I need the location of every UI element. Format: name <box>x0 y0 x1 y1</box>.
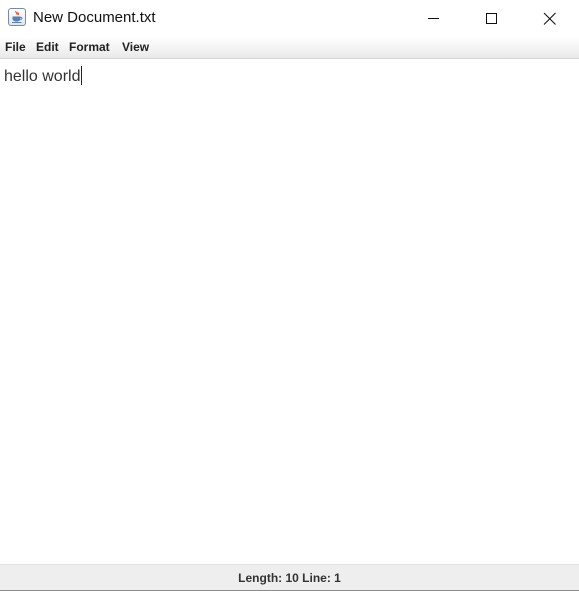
editor-content-line[interactable]: hello world <box>4 66 83 86</box>
status-bar: Length: 10 Line: 1 <box>0 564 579 591</box>
close-icon <box>543 12 556 25</box>
maximize-button[interactable] <box>463 0 521 37</box>
title-bar[interactable]: New Document.txt <box>0 0 579 37</box>
text-editor-area[interactable]: hello world <box>0 60 579 564</box>
text-caret <box>81 66 83 85</box>
menu-view[interactable]: View <box>122 40 149 54</box>
maximize-icon <box>486 13 497 24</box>
menu-format[interactable]: Format <box>69 40 110 54</box>
window-title: New Document.txt <box>33 9 156 26</box>
menu-bar: File Edit Format View <box>0 37 579 59</box>
menu-file[interactable]: File <box>5 40 26 54</box>
java-cup-icon[interactable] <box>8 8 26 26</box>
status-length-line: Length: 10 Line: 1 <box>238 571 341 585</box>
editor-text: hello world <box>4 68 81 85</box>
notepad-window: New Document.txt File Edit Format View h… <box>0 0 579 591</box>
minimize-button[interactable] <box>405 0 463 37</box>
menu-edit[interactable]: Edit <box>36 40 59 54</box>
minimize-icon <box>428 18 439 19</box>
close-button[interactable] <box>521 0 579 37</box>
